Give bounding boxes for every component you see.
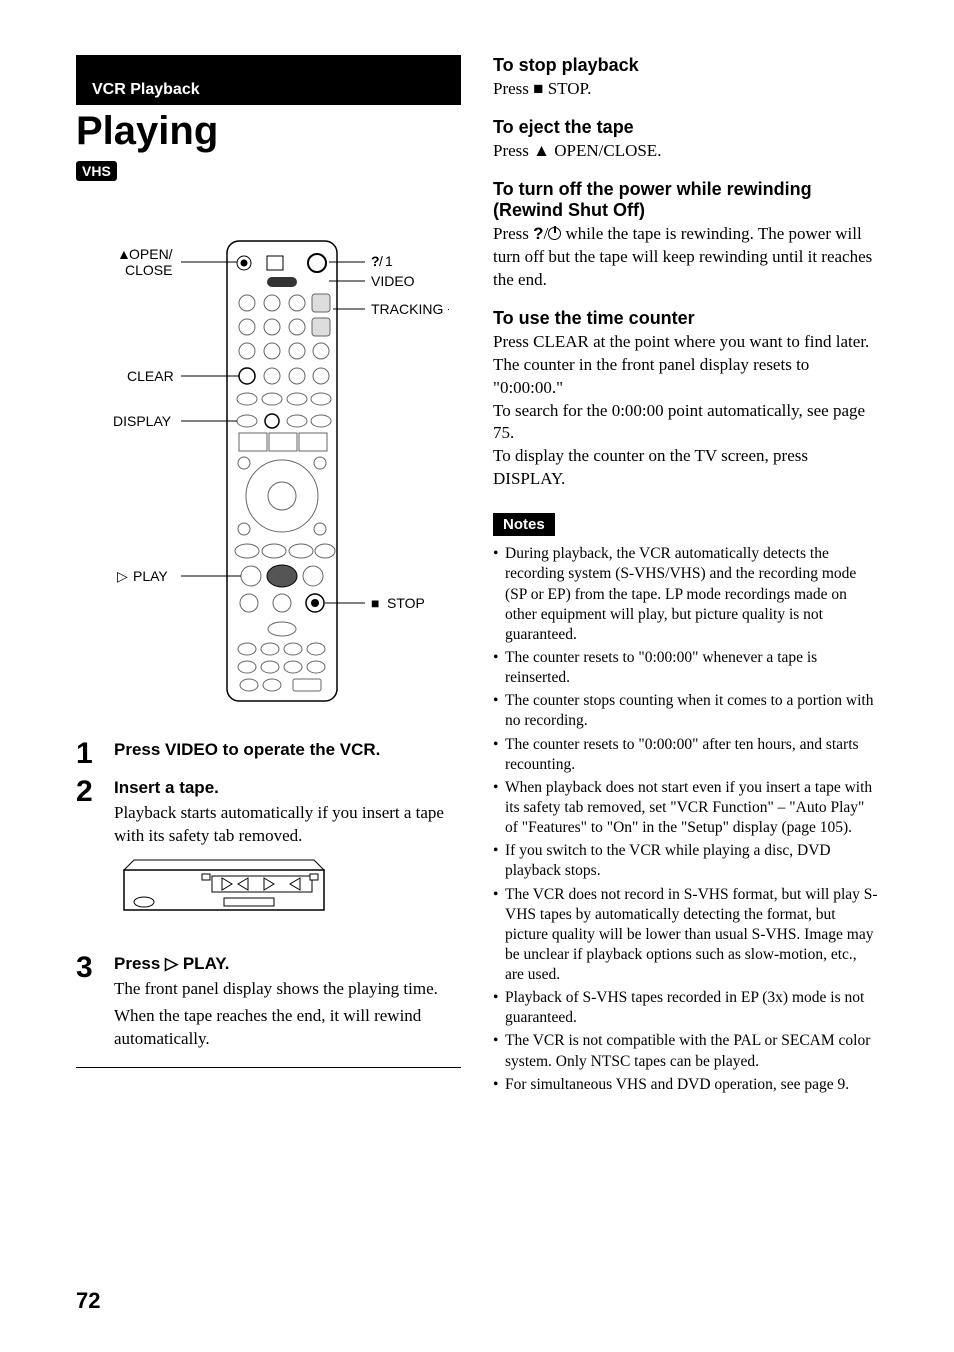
- note-item: Playback of S-VHS tapes recorded in EP (…: [493, 988, 878, 1028]
- step-num: 3: [76, 953, 100, 1055]
- label-play: PLAY: [133, 568, 168, 584]
- section-head: To use the time counter: [493, 308, 878, 329]
- vcr-illustration: [114, 858, 461, 925]
- step-1: 1 Press VIDEO to operate the VCR.: [76, 739, 461, 769]
- section-head: To stop playback: [493, 55, 878, 76]
- label-clear: CLEAR: [127, 368, 174, 384]
- label-stop: STOP: [387, 595, 425, 611]
- section-head: To eject the tape: [493, 117, 878, 138]
- steps-list: 1 Press VIDEO to operate the VCR. 2 Inse…: [76, 739, 461, 1068]
- label-video: VIDEO: [371, 273, 415, 289]
- note-item: The counter stops counting when it comes…: [493, 691, 878, 731]
- note-item: The counter resets to "0:00:00" whenever…: [493, 648, 878, 688]
- page-number: 72: [76, 1288, 100, 1314]
- section-head: To turn off the power while rewinding (R…: [493, 179, 878, 221]
- step-head: Press ▷ PLAY.: [114, 953, 461, 976]
- label-tracking: TRACKING +/–: [371, 301, 449, 317]
- step-num: 2: [76, 777, 100, 945]
- label-open: OPEN/: [129, 246, 173, 262]
- page-title: Playing: [76, 109, 461, 153]
- step-body-text: The front panel display shows the playin…: [114, 978, 461, 1001]
- note-item: For simultaneous VHS and DVD operation, …: [493, 1075, 878, 1095]
- step-num: 1: [76, 739, 100, 769]
- left-column: VCR Playback Playing VHS: [76, 55, 461, 1098]
- section-bar: VCR Playback: [76, 55, 461, 105]
- vhs-badge: VHS: [76, 161, 117, 181]
- section-body: Press ?/ while the tape is rewinding. Th…: [493, 223, 878, 292]
- svg-text:■: ■: [371, 595, 379, 611]
- note-item: The counter resets to "0:00:00" after te…: [493, 735, 878, 775]
- step-2: 2 Insert a tape. Playback starts automat…: [76, 777, 461, 945]
- notes-badge: Notes: [493, 513, 555, 536]
- note-item: When playback does not start even if you…: [493, 778, 878, 838]
- divider: [76, 1067, 461, 1068]
- step-3: 3 Press ▷ PLAY. The front panel display …: [76, 953, 461, 1055]
- remote-diagram: ▲ OPEN/ CLOSE ?/ 1 VIDEO TRACKING +/– CL…: [76, 231, 461, 711]
- note-item: The VCR is not compatible with the PAL o…: [493, 1031, 878, 1071]
- section-body: Press CLEAR at the point where you want …: [493, 331, 878, 492]
- note-item: During playback, the VCR automatically d…: [493, 544, 878, 645]
- section-body: Press ■ STOP.: [493, 78, 878, 101]
- notes-list: During playback, the VCR automatically d…: [493, 544, 878, 1095]
- right-column: To stop playback Press ■ STOP. To eject …: [493, 55, 878, 1098]
- svg-text:▷: ▷: [117, 568, 128, 584]
- svg-text:/: /: [379, 253, 383, 269]
- label-close: CLOSE: [125, 262, 172, 278]
- note-item: If you switch to the VCR while playing a…: [493, 841, 878, 881]
- step-head: Press VIDEO to operate the VCR.: [114, 739, 380, 762]
- note-item: The VCR does not record in S-VHS format,…: [493, 885, 878, 986]
- label-display: DISPLAY: [113, 413, 172, 429]
- svg-text:1: 1: [385, 253, 393, 269]
- section-body: Press ▲ OPEN/CLOSE.: [493, 140, 878, 163]
- step-head: Insert a tape.: [114, 777, 461, 800]
- step-body-text: When the tape reaches the end, it will r…: [114, 1005, 461, 1051]
- step-body-text: Playback starts automatically if you ins…: [114, 802, 461, 848]
